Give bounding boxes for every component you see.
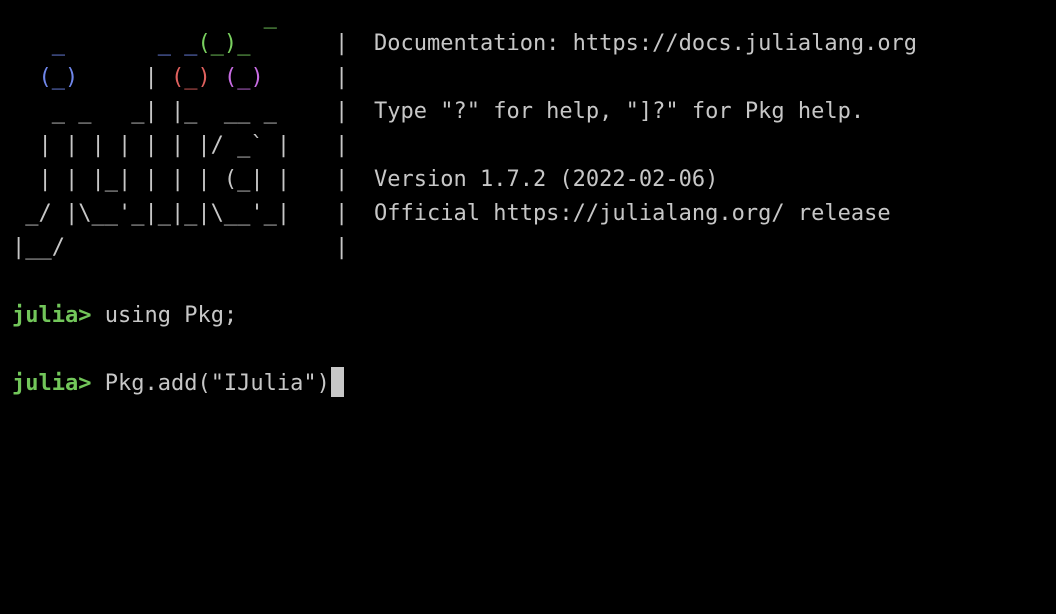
logo-row-5: | | |_| | | | (_| |: [12, 167, 291, 192]
logo-row-2: (_) | (_) (_): [12, 61, 264, 95]
logo-top-dash: _: [12, 4, 277, 29]
logo-blue-circle: (_): [38, 65, 79, 90]
julia-prompt: julia>: [12, 371, 92, 396]
repl-line-1: julia> using Pkg;: [12, 299, 237, 333]
logo-row2-gap: |: [78, 65, 171, 90]
logo-divider: |: [335, 235, 349, 260]
banner-help: Type "?" for help, "]?" for Pkg help.: [374, 99, 865, 124]
logo-purple-circle: (_): [223, 65, 264, 90]
banner-documentation: Documentation: https://docs.julialang.or…: [374, 31, 918, 56]
logo-row-3: _ _ _| |_ __ _: [12, 99, 277, 124]
julia-prompt: julia>: [12, 303, 92, 328]
logo-red-circle: (_): [170, 65, 211, 90]
logo-divider: |: [335, 167, 349, 192]
text-cursor: [330, 367, 344, 397]
logo-divider: |: [335, 201, 349, 226]
repl-command-1: using Pkg;: [91, 303, 238, 328]
banner-version: Version 1.7.2 (2022-02-06): [374, 167, 719, 192]
logo-divider: |: [335, 31, 349, 56]
logo-row1-right: _: [237, 31, 251, 56]
logo-row-1: _ _ _(_)_: [12, 27, 251, 61]
terminal-window[interactable]: _ _ _ _(_)_ | Documentation: https://doc…: [0, 0, 1056, 614]
banner-release: Official https://julialang.org/ release: [374, 201, 891, 226]
logo-row-6: _/ |\__'_|_|_|\__'_|: [12, 201, 291, 226]
logo-row1-left: _ _ _: [12, 31, 198, 56]
logo-divider: |: [335, 99, 349, 124]
logo-row-7: |__/: [12, 235, 65, 260]
repl-input[interactable]: Pkg.add("IJulia"): [91, 371, 330, 396]
logo-row2-space: [211, 65, 224, 90]
logo-green-circle: (_): [197, 31, 238, 56]
logo-row-4: | | | | | | |/ _` |: [12, 133, 291, 158]
logo-divider: |: [335, 65, 349, 90]
logo-divider: |: [335, 133, 349, 158]
repl-line-2[interactable]: julia> Pkg.add("IJulia"): [12, 367, 344, 401]
logo-row2-indent: [12, 65, 39, 90]
